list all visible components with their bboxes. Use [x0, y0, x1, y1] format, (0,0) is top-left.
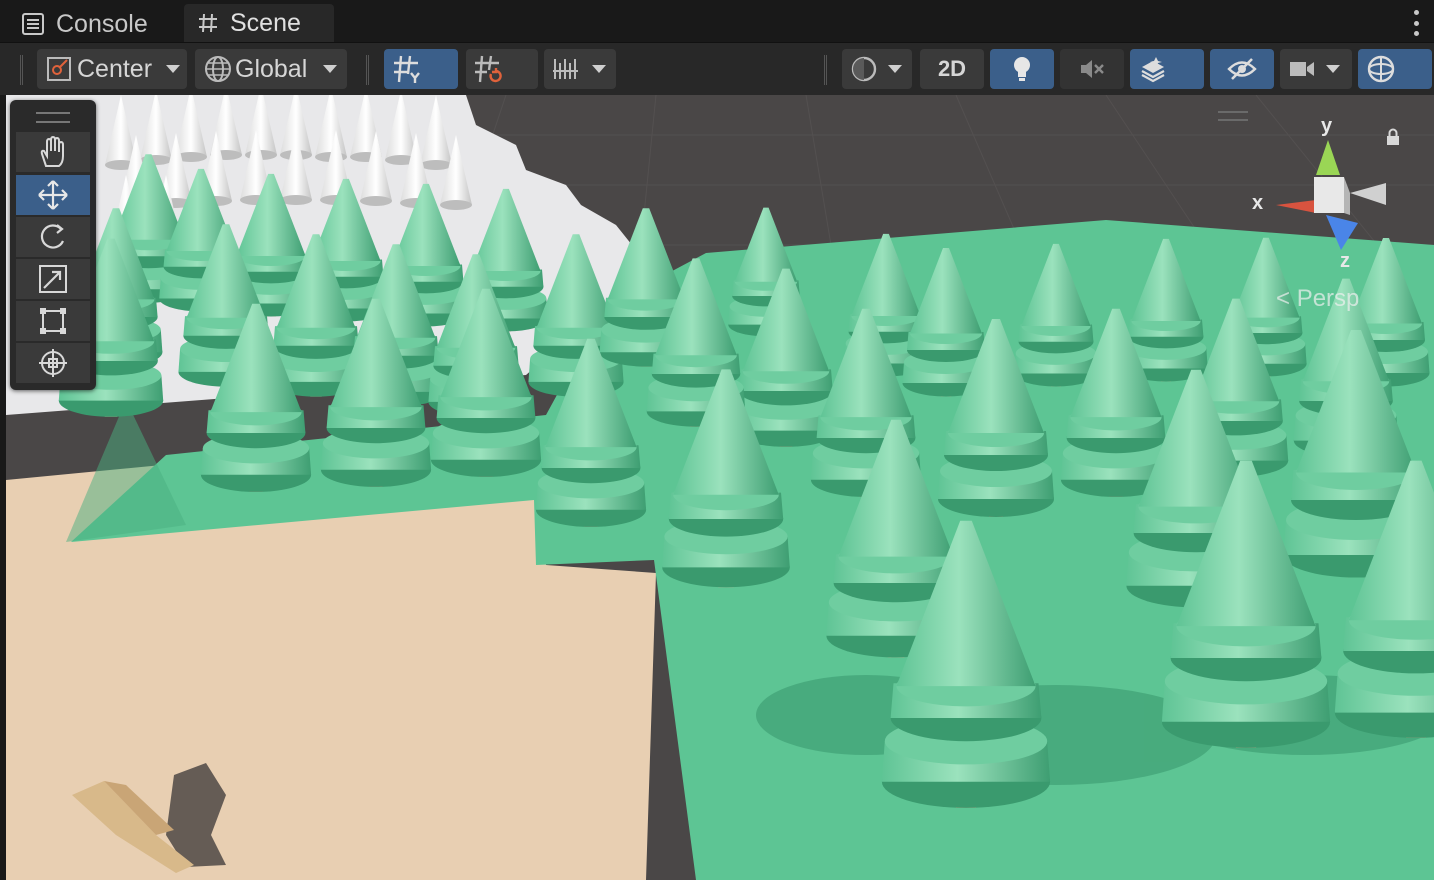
draw-mode-dropdown[interactable] [842, 49, 912, 89]
scale-tool-button[interactable] [16, 259, 90, 299]
projection-label: Persp [1296, 285, 1360, 312]
tab-scene-label: Scene [230, 8, 301, 37]
ruler-snap-icon [553, 59, 578, 79]
transform-tool-button[interactable] [16, 343, 90, 383]
scale-icon [39, 265, 67, 293]
grid-visibility-button[interactable] [384, 49, 430, 89]
gizmo-y-label[interactable]: y [1321, 115, 1332, 138]
scene-viewport[interactable]: y x z < Persp [6, 95, 1434, 880]
overlay-grip[interactable] [36, 112, 70, 123]
pivot-mode-label: Center [77, 54, 153, 83]
hand-icon [40, 136, 64, 167]
camera-icon [1290, 62, 1314, 76]
toolbar-separator [824, 55, 827, 85]
projection-toggle[interactable]: < Persp [1276, 285, 1359, 313]
shading-mode-icon [851, 56, 877, 82]
gizmos-dropdown[interactable] [1404, 49, 1432, 89]
grid-snap-icon [475, 55, 502, 83]
eye-slash-icon [1227, 58, 1257, 80]
scene-toolbar: Center Global 2D [0, 42, 1434, 95]
snap-settings-dropdown[interactable] [544, 49, 616, 89]
chevron-down-icon [592, 65, 606, 73]
snap-increment-button[interactable] [466, 49, 510, 89]
gizmo-sphere-icon [1367, 55, 1395, 83]
hand-tool-button[interactable] [16, 132, 90, 172]
pivot-rotation-label: Global [235, 54, 308, 83]
lighting-toggle-button[interactable] [990, 49, 1054, 89]
scene-render [6, 95, 1434, 880]
gizmo-x-label[interactable]: x [1252, 192, 1263, 215]
chevron-down-icon [888, 65, 902, 73]
orientation-axes-icon [1276, 140, 1386, 250]
move-tool-button[interactable] [16, 175, 90, 215]
pivot-rotation-dropdown[interactable]: Global [195, 49, 347, 89]
camera-settings-dropdown[interactable] [1280, 49, 1352, 89]
grid-y-icon [394, 55, 420, 83]
rect-transform-icon [40, 308, 66, 334]
lock-icon[interactable] [1386, 128, 1400, 146]
tab-console[interactable]: Console [22, 6, 148, 42]
grid-visibility-dropdown[interactable] [430, 49, 458, 89]
tab-scene[interactable]: Scene [184, 4, 334, 42]
audio-mute-icon [1081, 60, 1104, 78]
pivot-center-icon [47, 57, 71, 81]
overlay-grip[interactable] [1218, 111, 1248, 121]
chevron-left-icon: < [1276, 285, 1291, 312]
gizmo-z-label[interactable]: z [1340, 250, 1350, 273]
toolbar-separator [366, 55, 369, 85]
effects-stack-icon [1141, 57, 1165, 83]
more-options-icon[interactable] [1412, 10, 1420, 36]
globe-icon [205, 56, 231, 82]
toggle-2d-button[interactable]: 2D [920, 49, 984, 89]
lightbulb-icon [1014, 57, 1030, 81]
toggle-2d-label: 2D [937, 56, 967, 81]
pivot-mode-dropdown[interactable]: Center [37, 49, 187, 89]
gizmos-toggle-button[interactable] [1358, 49, 1404, 89]
scene-grid-icon [199, 13, 217, 33]
tools-overlay [10, 100, 96, 390]
tab-bar: Console Scene [0, 0, 1434, 42]
effects-button[interactable] [1130, 49, 1176, 89]
toolbar-grip[interactable] [20, 55, 23, 85]
console-icon [22, 13, 44, 35]
chevron-down-icon [1326, 65, 1340, 73]
rect-tool-button[interactable] [16, 301, 90, 341]
view-orientation-gizmo[interactable] [1246, 115, 1406, 275]
transform-icon [39, 349, 67, 377]
chevron-down-icon [323, 65, 338, 73]
hidden-objects-toggle-button[interactable] [1210, 49, 1274, 89]
snap-increment-dropdown[interactable] [510, 49, 538, 89]
tab-console-label: Console [56, 9, 148, 38]
audio-toggle-button[interactable] [1060, 49, 1124, 89]
effects-dropdown[interactable] [1176, 49, 1204, 89]
move-icon [38, 180, 68, 210]
rotate-icon [40, 224, 65, 249]
rotate-tool-button[interactable] [16, 217, 90, 257]
chevron-down-icon [166, 65, 181, 73]
